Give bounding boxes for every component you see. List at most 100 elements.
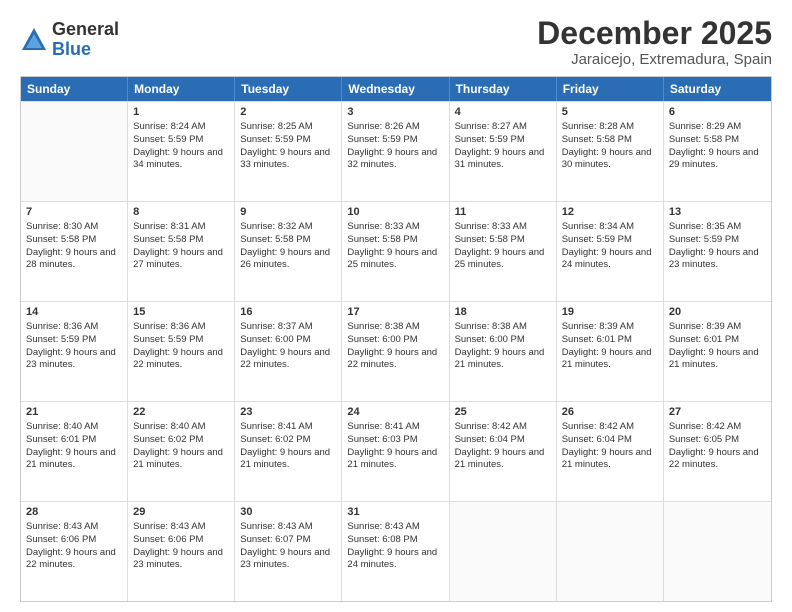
sunrise-text: Sunrise: 8:43 AM <box>133 521 205 532</box>
sunrise-text: Sunrise: 8:32 AM <box>240 221 312 232</box>
sunrise-text: Sunrise: 8:24 AM <box>133 121 205 132</box>
daylight-text: Daylight: 9 hours and 22 minutes. <box>347 347 437 371</box>
daylight-text: Daylight: 9 hours and 21 minutes. <box>562 347 652 371</box>
daylight-text: Daylight: 9 hours and 21 minutes. <box>133 447 223 471</box>
calendar-cell: 16Sunrise: 8:37 AMSunset: 6:00 PMDayligh… <box>235 302 342 401</box>
daylight-text: Daylight: 9 hours and 21 minutes. <box>455 347 545 371</box>
sunset-text: Sunset: 6:02 PM <box>240 434 310 445</box>
day-number: 22 <box>133 405 229 420</box>
calendar-cell: 2Sunrise: 8:25 AMSunset: 5:59 PMDaylight… <box>235 102 342 201</box>
day-number: 8 <box>133 205 229 220</box>
daylight-text: Daylight: 9 hours and 23 minutes. <box>133 547 223 571</box>
daylight-text: Daylight: 9 hours and 25 minutes. <box>455 247 545 271</box>
day-number: 17 <box>347 305 443 320</box>
sunset-text: Sunset: 6:03 PM <box>347 434 417 445</box>
sunrise-text: Sunrise: 8:42 AM <box>669 421 741 432</box>
calendar-cell: 1Sunrise: 8:24 AMSunset: 5:59 PMDaylight… <box>128 102 235 201</box>
day-number: 29 <box>133 505 229 520</box>
logo-text: General Blue <box>52 20 119 60</box>
day-number: 1 <box>133 105 229 120</box>
sunset-text: Sunset: 5:59 PM <box>455 134 525 145</box>
daylight-text: Daylight: 9 hours and 29 minutes. <box>669 147 759 171</box>
calendar-week-row: 21Sunrise: 8:40 AM Sunset: 6:01 PM Dayligh… <box>21 401 771 501</box>
calendar-cell: 20Sunrise: 8:39 AMSunset: 6:01 PMDayligh… <box>664 302 771 401</box>
day-number: 27 <box>669 405 766 420</box>
day-number: 7 <box>26 205 122 220</box>
daylight-text: Daylight: 9 hours and 21 minutes. <box>455 447 545 471</box>
logo: General Blue <box>20 20 119 60</box>
sunrise-text: Sunrise: 8:33 AM <box>347 221 419 232</box>
calendar-cell: 26Sunrise: 8:42 AMSunset: 6:04 PMDayligh… <box>557 402 664 501</box>
sunset-text: Sunset: 5:58 PM <box>562 134 632 145</box>
day-number: 16 <box>240 305 336 320</box>
calendar-cell: 24Sunrise: 8:41 AM Sunset: 6:03 PM Dayligh… <box>342 402 449 501</box>
day-number: 11 <box>455 205 551 220</box>
calendar-cell: 19Sunrise: 8:39 AMSunset: 6:01 PMDayligh… <box>557 302 664 401</box>
sunrise-text: Sunrise: 8:33 AM <box>455 221 527 232</box>
daylight-text: Daylight: 9 hours and 23 minutes. <box>240 547 330 571</box>
logo-icon <box>20 26 48 54</box>
calendar-cell: 13Sunrise: 8:35 AMSunset: 5:59 PMDayligh… <box>664 202 771 301</box>
day-number: 20 <box>669 305 766 320</box>
sunset-text: Sunset: 6:01 PM <box>26 434 96 445</box>
calendar-cell: 27Sunrise: 8:42 AMSunset: 6:05 PMDayligh… <box>664 402 771 501</box>
sunset-text: Sunset: 6:00 PM <box>240 334 310 345</box>
title-block: December 2025 Jaraicejo, Extremadura, Sp… <box>537 16 772 68</box>
sunrise-text: Sunrise: 8:31 AM <box>133 221 205 232</box>
sunrise-text: Sunrise: 8:40 AM <box>26 421 98 432</box>
sunrise-text: Sunrise: 8:41 AM <box>347 421 419 432</box>
calendar-cell: 6Sunrise: 8:29 AMSunset: 5:58 PMDaylight… <box>664 102 771 201</box>
daylight-text: Daylight: 9 hours and 31 minutes. <box>455 147 545 171</box>
calendar-day-header: Tuesday <box>235 77 342 101</box>
sunrise-text: Sunrise: 8:39 AM <box>669 321 741 332</box>
daylight-text: Daylight: 9 hours and 33 minutes. <box>240 147 330 171</box>
calendar-day-header: Wednesday <box>342 77 449 101</box>
calendar-cell: 9Sunrise: 8:32 AMSunset: 5:58 PMDaylight… <box>235 202 342 301</box>
day-number: 21 <box>26 405 122 420</box>
sunset-text: Sunset: 5:58 PM <box>455 234 525 245</box>
calendar-day-header: Friday <box>557 77 664 101</box>
sunset-text: Sunset: 6:04 PM <box>562 434 632 445</box>
daylight-text: Daylight: 9 hours and 21 minutes. <box>347 447 437 471</box>
day-number: 2 <box>240 105 336 120</box>
daylight-text: Daylight: 9 hours and 22 minutes. <box>240 347 330 371</box>
sunrise-text: Sunrise: 8:27 AM <box>455 121 527 132</box>
day-number: 13 <box>669 205 766 220</box>
sunrise-text: Sunrise: 8:42 AM <box>455 421 527 432</box>
sunset-text: Sunset: 6:00 PM <box>347 334 417 345</box>
day-number: 3 <box>347 105 443 120</box>
daylight-text: Daylight: 9 hours and 24 minutes. <box>347 547 437 571</box>
day-number: 4 <box>455 105 551 120</box>
day-number: 25 <box>455 405 551 420</box>
logo-blue-text: Blue <box>52 40 119 60</box>
daylight-text: Daylight: 9 hours and 21 minutes. <box>562 447 652 471</box>
calendar-cell: 10Sunrise: 8:33 AMSunset: 5:58 PMDayligh… <box>342 202 449 301</box>
calendar-cell: 18Sunrise: 8:38 AMSunset: 6:00 PMDayligh… <box>450 302 557 401</box>
day-number: 24 <box>347 405 443 420</box>
calendar-cell: 22Sunrise: 8:40 AMSunset: 6:02 PMDayligh… <box>128 402 235 501</box>
calendar-cell: 11Sunrise: 8:33 AM Sunset: 5:58 PM Dayligh… <box>450 202 557 301</box>
calendar-cell: 23Sunrise: 8:41 AMSunset: 6:02 PMDayligh… <box>235 402 342 501</box>
sunset-text: Sunset: 6:04 PM <box>455 434 525 445</box>
sunset-text: Sunset: 5:58 PM <box>133 234 203 245</box>
calendar-cell: 8Sunrise: 8:31 AMSunset: 5:58 PMDaylight… <box>128 202 235 301</box>
sunset-text: Sunset: 6:00 PM <box>455 334 525 345</box>
calendar-cell: 25Sunrise: 8:42 AM Sunset: 6:04 PM Dayligh… <box>450 402 557 501</box>
sunset-text: Sunset: 5:59 PM <box>133 334 203 345</box>
day-number: 15 <box>133 305 229 320</box>
sunset-text: Sunset: 5:59 PM <box>240 134 310 145</box>
sunset-text: Sunset: 5:58 PM <box>347 234 417 245</box>
day-number: 28 <box>26 505 122 520</box>
calendar-cell: 29Sunrise: 8:43 AMSunset: 6:06 PMDayligh… <box>128 502 235 601</box>
daylight-text: Daylight: 9 hours and 23 minutes. <box>669 247 759 271</box>
sunset-text: Sunset: 6:01 PM <box>562 334 632 345</box>
calendar-cell <box>450 502 557 601</box>
sunset-text: Sunset: 5:59 PM <box>669 234 739 245</box>
sunrise-text: Sunrise: 8:38 AM <box>347 321 419 332</box>
sunrise-text: Sunrise: 8:39 AM <box>562 321 634 332</box>
daylight-text: Daylight: 9 hours and 26 minutes. <box>240 247 330 271</box>
day-number: 26 <box>562 405 658 420</box>
calendar-week-row: 14Sunrise: 8:36 AMSunset: 5:59 PMDayligh… <box>21 301 771 401</box>
daylight-text: Daylight: 9 hours and 34 minutes. <box>133 147 223 171</box>
day-number: 14 <box>26 305 122 320</box>
